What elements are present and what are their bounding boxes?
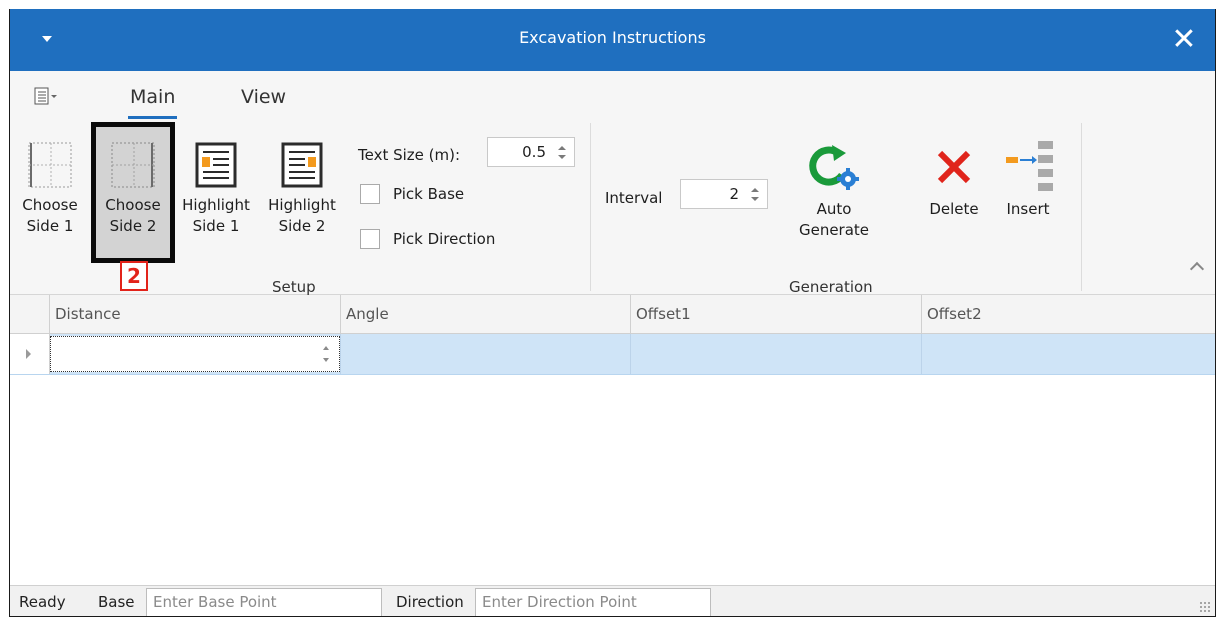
insert-icon bbox=[1006, 141, 1053, 191]
quick-access-menu-icon[interactable] bbox=[34, 87, 58, 105]
choose-side-1-button[interactable]: Choose Side 1 bbox=[18, 141, 82, 237]
cell-angle[interactable] bbox=[340, 334, 630, 374]
highlight-side-2-button[interactable]: Highlight Side 2 bbox=[262, 141, 342, 237]
resize-grip-icon[interactable] bbox=[1199, 601, 1211, 613]
setup-group-label: Setup bbox=[272, 278, 316, 296]
text-size-value: 0.5 bbox=[522, 143, 546, 161]
status-bar: Ready Base Enter Base Point Direction En… bbox=[10, 585, 1215, 616]
grid-header: Distance Angle Offset1 Offset2 bbox=[10, 295, 1215, 334]
text-size-label: Text Size (m): bbox=[358, 146, 461, 164]
direction-label: Direction bbox=[396, 593, 464, 611]
auto-generate-label: Auto Generate bbox=[798, 200, 870, 239]
interval-spinner[interactable]: 2 bbox=[680, 179, 768, 209]
tab-main[interactable]: Main bbox=[127, 86, 178, 119]
column-header-distance[interactable]: Distance bbox=[49, 295, 340, 333]
pick-direction-checkbox[interactable] bbox=[360, 229, 380, 249]
insert-label: Insert bbox=[1006, 200, 1050, 218]
highlight-side-2-icon bbox=[281, 142, 323, 188]
highlight-side-1-label-line2: Side 1 bbox=[192, 217, 240, 235]
spin-up-icon[interactable] bbox=[323, 346, 329, 350]
delete-label: Delete bbox=[929, 200, 979, 218]
tab-view[interactable]: View bbox=[241, 86, 286, 108]
step-marker: 2 bbox=[120, 261, 148, 291]
highlight-side-2-label-line2: Side 2 bbox=[278, 217, 326, 235]
collapse-ribbon-icon[interactable] bbox=[1189, 261, 1205, 277]
choose-side-1-label-line1: Choose bbox=[22, 196, 78, 214]
base-input[interactable]: Enter Base Point bbox=[146, 588, 382, 616]
choose-side-1-icon bbox=[28, 142, 72, 188]
choose-side-2-label-line1: Choose bbox=[105, 196, 161, 214]
delete-button[interactable]: Delete bbox=[922, 141, 986, 220]
table-row[interactable] bbox=[10, 334, 1215, 375]
pick-base-checkbox[interactable] bbox=[360, 184, 380, 204]
choose-side-2-button[interactable]: Choose Side 2 bbox=[99, 141, 167, 237]
highlight-side-1-icon bbox=[195, 142, 237, 188]
delete-icon bbox=[937, 150, 971, 184]
interval-value: 2 bbox=[729, 185, 739, 203]
highlight-side-2-label-line1: Highlight bbox=[268, 196, 336, 214]
highlight-side-1-label-line1: Highlight bbox=[182, 196, 250, 214]
highlight-side-1-button[interactable]: Highlight Side 1 bbox=[176, 141, 256, 237]
column-header-offset1[interactable]: Offset1 bbox=[630, 295, 921, 333]
spin-down-icon[interactable] bbox=[323, 358, 329, 362]
spin-down-icon[interactable] bbox=[751, 197, 759, 201]
group-separator bbox=[1081, 123, 1082, 291]
cell-offset1[interactable] bbox=[630, 334, 921, 374]
spin-up-icon[interactable] bbox=[751, 188, 759, 192]
group-separator bbox=[590, 123, 591, 291]
ribbon: Main View Choose Side 1 Choose Side 2 Hi… bbox=[10, 71, 1215, 296]
generation-group-label: Generation bbox=[789, 278, 873, 296]
app-window: Excavation Instructions ✕ Main View Choo… bbox=[9, 9, 1216, 617]
status-text: Ready bbox=[19, 593, 66, 611]
pick-direction-label: Pick Direction bbox=[393, 230, 496, 248]
column-header-offset2[interactable]: Offset2 bbox=[921, 295, 1215, 333]
close-icon[interactable]: ✕ bbox=[1167, 23, 1201, 57]
title-bar: Excavation Instructions ✕ bbox=[10, 9, 1215, 71]
text-size-spinner[interactable]: 0.5 bbox=[487, 137, 575, 167]
data-grid: Distance Angle Offset1 Offset2 bbox=[10, 295, 1215, 585]
spin-down-icon[interactable] bbox=[558, 155, 566, 159]
interval-label: Interval bbox=[605, 189, 663, 207]
auto-generate-button[interactable]: Auto Generate bbox=[780, 141, 888, 241]
choose-side-1-label-line2: Side 1 bbox=[26, 217, 74, 235]
insert-button[interactable]: Insert bbox=[996, 141, 1060, 220]
choose-side-2-icon bbox=[111, 142, 155, 188]
distance-cell-editor[interactable] bbox=[50, 336, 340, 372]
base-label: Base bbox=[98, 593, 135, 611]
row-indicator-icon bbox=[26, 349, 31, 359]
choose-side-2-label-line2: Side 2 bbox=[109, 217, 157, 235]
spin-up-icon[interactable] bbox=[558, 146, 566, 150]
auto-generate-icon bbox=[809, 145, 859, 190]
direction-input[interactable]: Enter Direction Point bbox=[475, 588, 711, 616]
window-title: Excavation Instructions bbox=[519, 28, 706, 47]
row-indicator bbox=[10, 334, 50, 374]
column-header-angle[interactable]: Angle bbox=[340, 295, 630, 333]
cell-offset2[interactable] bbox=[921, 334, 1215, 374]
pick-base-label: Pick Base bbox=[393, 185, 465, 203]
